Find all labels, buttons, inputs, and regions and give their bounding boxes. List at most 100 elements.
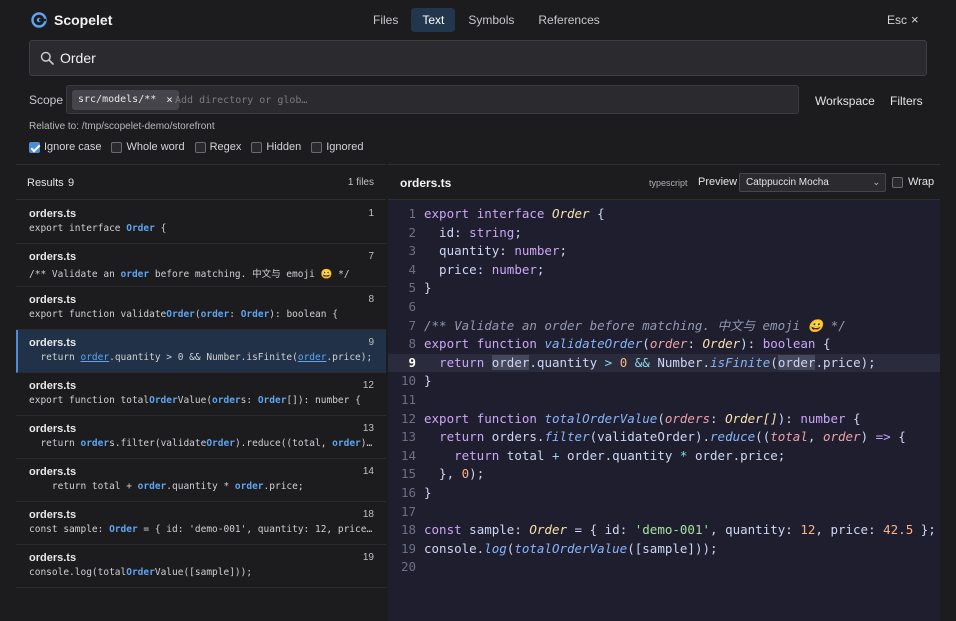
code-line: 2 id: string; bbox=[388, 224, 940, 243]
line-number: 17 bbox=[400, 503, 416, 519]
scope-field[interactable]: src/models/** × bbox=[66, 85, 799, 114]
result-file: orders.ts bbox=[29, 552, 77, 564]
snippet-text: { bbox=[154, 223, 167, 234]
code-text: export function totalOrderValue(orders: … bbox=[424, 410, 861, 429]
result-snippet: /** Validate an order before matching. 中… bbox=[29, 266, 373, 280]
scopelet-logo-icon bbox=[31, 12, 47, 28]
option-whole-word[interactable]: Whole word bbox=[111, 141, 185, 153]
snippet-text: export function total bbox=[29, 395, 150, 406]
snippet-text: s: bbox=[240, 395, 258, 406]
code-token: function bbox=[476, 410, 537, 426]
line-number: 2 bbox=[408, 224, 416, 240]
code-token: 42.5 bbox=[883, 522, 914, 538]
code-token: orders. bbox=[484, 429, 545, 445]
chip-remove-icon[interactable]: × bbox=[166, 90, 173, 110]
wrap-label: Wrap bbox=[908, 176, 935, 188]
result-item[interactable]: orders.ts 1 export interface Order { bbox=[16, 201, 386, 244]
code-token: : bbox=[710, 410, 726, 426]
code-token: } bbox=[424, 484, 432, 500]
code-token: return bbox=[454, 447, 500, 463]
result-item[interactable]: orders.ts 19 console.log(totalOrderValue([… bbox=[16, 545, 386, 588]
code-token: .price); bbox=[815, 354, 876, 370]
wrap-checkbox[interactable] bbox=[892, 176, 903, 188]
search-input[interactable] bbox=[60, 41, 900, 75]
workspace-button[interactable]: Workspace bbox=[815, 94, 875, 108]
line-number: 13 bbox=[400, 429, 416, 445]
code-token: validateOrder bbox=[544, 336, 643, 352]
option-regex[interactable]: Regex bbox=[194, 141, 241, 153]
wrap-toggle[interactable]: Wrap bbox=[892, 176, 934, 188]
line-number: 5 bbox=[408, 280, 416, 296]
code-token: return bbox=[439, 429, 485, 445]
match-highlight: order bbox=[234, 481, 264, 492]
app-title: Scopelet bbox=[54, 12, 113, 28]
result-file: orders.ts bbox=[29, 380, 77, 392]
mode-tabs: Files Text Symbols References bbox=[362, 8, 613, 32]
tab-references[interactable]: References bbox=[527, 8, 610, 32]
code-token: 'demo-001' bbox=[634, 522, 711, 538]
line-number: 10 bbox=[400, 373, 416, 389]
chevron-down-icon: ⌄ bbox=[872, 177, 880, 187]
whole-word-checkbox[interactable] bbox=[111, 141, 123, 153]
code-token: : bbox=[476, 261, 492, 277]
code-token: } bbox=[424, 280, 432, 296]
code-token: order bbox=[822, 429, 861, 445]
code-token: reduce bbox=[710, 429, 756, 445]
results-header: Results 9 1 files bbox=[16, 165, 386, 200]
option-ignore-case[interactable]: Ignore case bbox=[29, 141, 101, 153]
snippet-text: Value([sample])); bbox=[154, 567, 253, 578]
snippet-text: export function validate bbox=[29, 309, 167, 320]
filters-button[interactable]: Filters bbox=[890, 94, 923, 108]
code-token: export bbox=[424, 206, 470, 221]
regex-checkbox[interactable] bbox=[194, 141, 206, 153]
code-text: return total + order.quantity * order.pr… bbox=[424, 447, 785, 466]
result-item[interactable]: orders.ts 12 export function totalOrderVal… bbox=[16, 373, 386, 416]
tab-text[interactable]: Text bbox=[411, 8, 456, 32]
results-count: 9 bbox=[68, 177, 75, 189]
esc-label[interactable]: Esc bbox=[887, 13, 907, 27]
code-token: Order[] bbox=[725, 410, 778, 426]
result-item[interactable]: orders.ts 18 const sample: Order = { id: '… bbox=[16, 502, 386, 545]
code-token: string bbox=[469, 224, 515, 240]
result-line-number: 19 bbox=[362, 552, 374, 563]
result-item[interactable]: orders.ts 8 export function validateOrder(… bbox=[16, 287, 386, 330]
preview-label: Preview bbox=[698, 176, 738, 188]
match-highlight: order bbox=[120, 269, 150, 280]
code-token: number bbox=[800, 410, 846, 426]
tab-files[interactable]: Files bbox=[362, 8, 409, 32]
tab-symbols[interactable]: Symbols bbox=[457, 8, 525, 32]
ignore-case-label: Ignore case bbox=[44, 141, 102, 153]
snippet-text: .quantity * bbox=[166, 481, 235, 492]
code-token: && bbox=[634, 354, 650, 370]
code-line: 11 bbox=[388, 391, 940, 410]
option-ignored[interactable]: Ignored bbox=[311, 141, 364, 153]
snippet-text: = { id: 'demo-001', quantity: 12, price:… bbox=[143, 524, 373, 535]
theme-select[interactable]: Catppuccin Mocha ⌄ bbox=[739, 173, 886, 192]
snippet-text: export interface bbox=[29, 223, 127, 234]
ignore-case-checkbox[interactable] bbox=[29, 141, 40, 153]
scope-label: Scope bbox=[29, 93, 64, 107]
code-token: ) bbox=[860, 429, 876, 445]
option-hidden[interactable]: Hidden bbox=[251, 141, 301, 153]
result-item[interactable]: orders.ts 13 return orders.filter(validat… bbox=[16, 416, 386, 459]
scope-chip[interactable]: src/models/** × bbox=[72, 90, 179, 110]
snippet-text: ).reduce((total, bbox=[234, 438, 333, 449]
result-item[interactable]: orders.ts 14 return total + order.quantit… bbox=[16, 459, 386, 502]
theme-select-value: Catppuccin Mocha bbox=[746, 177, 829, 188]
results-title: Results bbox=[27, 177, 64, 189]
result-item[interactable]: orders.ts 9 return order.quantity > 0 && … bbox=[16, 330, 386, 373]
code-line: 16} bbox=[388, 484, 940, 503]
hidden-checkbox[interactable] bbox=[251, 141, 263, 153]
code-line: 3 quantity: number; bbox=[388, 242, 940, 261]
code-token: Order bbox=[529, 522, 568, 538]
ignored-checkbox[interactable] bbox=[311, 141, 323, 153]
scope-input[interactable] bbox=[175, 90, 775, 110]
code-text: console.log(totalOrderValue([sample])); bbox=[424, 540, 718, 559]
close-icon[interactable]: × bbox=[911, 12, 919, 27]
code-token: price bbox=[424, 261, 477, 277]
result-item[interactable]: orders.ts 7 /** Validate an order before m… bbox=[16, 244, 386, 287]
code-token: ); bbox=[469, 466, 485, 482]
code-text: } bbox=[424, 484, 432, 503]
